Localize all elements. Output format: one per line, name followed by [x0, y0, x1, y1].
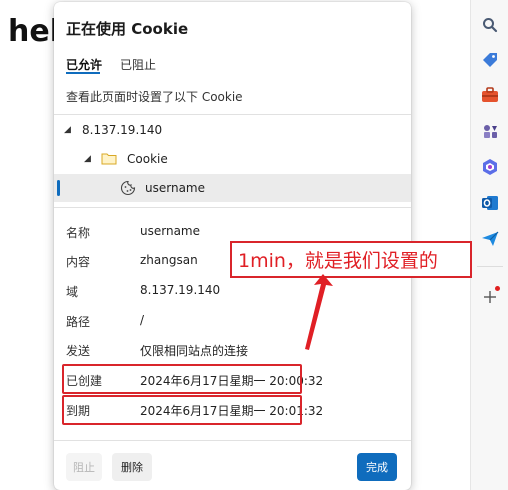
tab-blocked[interactable]: 已阻止 [120, 56, 156, 73]
detail-value-content: zhangsan [140, 253, 198, 267]
block-button[interactable]: 阻止 [66, 453, 102, 481]
tree-cookie-label: username [145, 181, 205, 195]
page-heading: hel [8, 14, 60, 49]
browser-sidebar [470, 0, 508, 490]
tag-icon[interactable] [477, 47, 503, 73]
sidebar-divider [477, 266, 503, 267]
copilot-icon[interactable] [477, 154, 503, 180]
annotation-callout: 1min，就是我们设置的 [230, 241, 472, 278]
selection-indicator [57, 180, 60, 196]
detail-label-name: 名称 [66, 226, 91, 240]
highlight-box-expires [62, 395, 302, 425]
detail-label-content: 内容 [66, 255, 91, 269]
delete-button[interactable]: 删除 [112, 453, 152, 481]
tree-item-cookie[interactable]: username [54, 174, 411, 202]
toolbox-icon[interactable] [477, 82, 503, 108]
detail-value-path: / [140, 313, 145, 327]
dialog-description: 查看此页面时设置了以下 Cookie [66, 90, 243, 104]
detail-label-domain: 域 [66, 285, 79, 299]
detail-label-send: 发送 [66, 344, 91, 358]
detail-value-domain: 8.137.19.140 [140, 283, 221, 297]
expand-caret-icon[interactable]: ◢ [64, 125, 71, 135]
tab-allowed[interactable]: 已允许 [66, 56, 102, 73]
outlook-icon[interactable] [477, 190, 503, 216]
games-icon[interactable] [477, 118, 503, 144]
tree-folder-label: Cookie [127, 152, 168, 166]
tree-site-label: 8.137.19.140 [82, 123, 163, 137]
folder-icon [101, 152, 117, 168]
done-button[interactable]: 完成 [357, 453, 397, 481]
detail-label-path: 路径 [66, 315, 91, 329]
notification-dot [495, 286, 500, 291]
detail-value-send: 仅限相同站点的连接 [140, 344, 249, 358]
send-icon[interactable] [477, 226, 503, 252]
annotation-text: 1min，就是我们设置的 [238, 250, 438, 272]
cookie-icon [120, 180, 136, 199]
highlight-box-created [62, 364, 302, 394]
tree-item-folder[interactable]: ◢ Cookie [54, 145, 411, 173]
annotation-arrow-icon [305, 274, 333, 350]
detail-value-name: username [140, 224, 200, 238]
active-tab-indicator [66, 72, 100, 74]
dialog-title: 正在使用 Cookie [66, 20, 189, 38]
divider [54, 440, 411, 441]
expand-caret-icon[interactable]: ◢ [84, 154, 91, 164]
search-icon[interactable] [477, 12, 503, 38]
divider [54, 114, 411, 115]
divider [54, 207, 411, 208]
tree-item-site[interactable]: ◢ 8.137.19.140 [54, 116, 411, 144]
